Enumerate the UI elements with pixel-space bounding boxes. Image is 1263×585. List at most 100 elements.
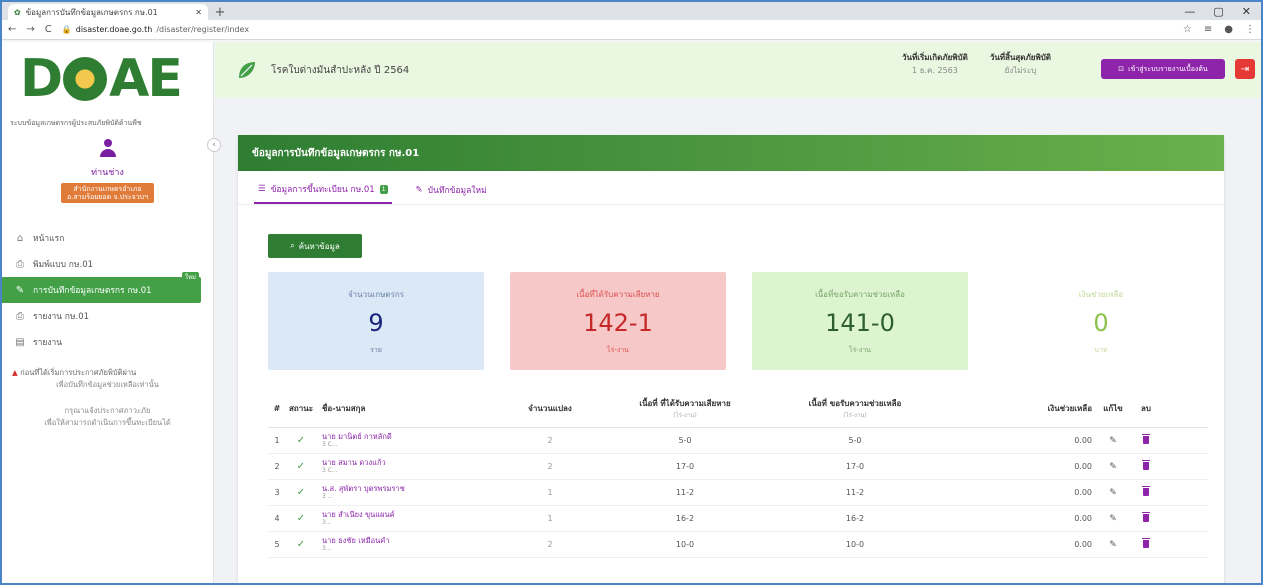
sidebar-item-report-form[interactable]: ⎙ รายงาน กษ.01: [2, 303, 213, 329]
report-icon: ▤: [15, 336, 25, 348]
reload-icon[interactable]: C: [45, 24, 52, 35]
trash-icon[interactable]: [1142, 485, 1150, 496]
row-index: 2: [274, 462, 280, 471]
browser-window: ✿ ข้อมูลการบันทึกข้อมูลเกษตรกร กษ.01 ✕ +…: [0, 0, 1263, 585]
extension-icon[interactable]: ≡: [1204, 24, 1212, 35]
row-name[interactable]: นาย สมาน ดวงแก้ว: [322, 458, 500, 467]
maximize-button[interactable]: ▢: [1213, 5, 1223, 18]
row-name[interactable]: นาย สำเนียง ขุนแผนค์: [322, 510, 500, 519]
row-help-area: 10-0: [845, 540, 865, 549]
close-tab-icon[interactable]: ✕: [195, 8, 202, 17]
row-help-area: 5-0: [848, 436, 862, 445]
edit-icon[interactable]: ✎: [1109, 514, 1117, 524]
table-row: 1 ✓ นาย มานิตย์ กาหลักดี 3 C... 2 5-0 5-…: [268, 428, 1208, 454]
tab-registration-data[interactable]: ☰ ข้อมูลการขึ้นทะเบียน กษ.01 1: [254, 176, 392, 204]
pencil-icon: ✎: [415, 185, 423, 195]
minimize-button[interactable]: —: [1184, 5, 1195, 18]
start-date: วันที่เริ่มเกิดภัยพิบัติ 1 ธ.ค. 2563: [902, 52, 968, 78]
menu-icon[interactable]: ⋮: [1245, 24, 1255, 35]
logo-letters-ae: AE: [109, 49, 183, 109]
stat-help-area: เนื้อที่ขอรับความช่วยเหลือ 141-0 ไร่-งาน: [752, 272, 968, 370]
trash-icon[interactable]: [1142, 511, 1150, 522]
row-money: 0.00: [1074, 488, 1092, 497]
search-button[interactable]: ⌕ ค้นหาข้อมูล: [268, 234, 362, 258]
profile-icon[interactable]: ●: [1224, 24, 1233, 35]
row-name[interactable]: น.ส. สุพัตรา บุตรพรมราช: [322, 484, 500, 493]
check-icon: ✓: [296, 487, 306, 498]
notice-text: กรุณาแจ้งประกาศภาวะภัย: [64, 406, 151, 416]
stat-farmers: จำนวนเกษตรกร 9 ราย: [268, 272, 484, 370]
tab-new-record[interactable]: ✎ บันทึกข้อมูลใหม่: [412, 176, 491, 204]
warning-icon: ▲: [12, 368, 18, 378]
row-damaged-area: 16-2: [675, 514, 695, 523]
stat-value: 141-0: [825, 309, 895, 337]
new-tab-button[interactable]: +: [212, 4, 228, 20]
sidebar-item-record[interactable]: ✎ การบันทึกข้อมูลเกษตรกร กษ.01 ใหม่: [2, 272, 201, 304]
logo[interactable]: D AE: [2, 42, 213, 116]
row-name-cell[interactable]: นาย ธงชัย เหมือนคำ 3...: [316, 536, 500, 552]
trash-icon[interactable]: [1142, 537, 1150, 548]
card-title: ข้อมูลการบันทึกข้อมูลเกษตรกร กษ.01: [238, 135, 1224, 171]
col-damaged-area: เนื้อที่ ที่ได้รับความเสียหาย (ไร่-งาน): [600, 397, 770, 420]
trash-icon[interactable]: [1142, 433, 1150, 444]
sidebar-item-report[interactable]: ▤ รายงาน: [2, 329, 213, 355]
leaf-icon: [239, 62, 255, 78]
notice-box-2: กรุณาแจ้งประกาศภาวะภัย เพื่อให้สามารถดำเ…: [2, 405, 213, 429]
row-id: 3...: [322, 519, 332, 527]
trash-icon[interactable]: [1142, 459, 1150, 470]
sidebar: D AE ระบบข้อมูลเกษตรกรผู้ประสบภัยพิบัติด…: [2, 42, 221, 583]
table-row: 5 ✓ นาย ธงชัย เหมือนคำ 3... 2 10-0 10-0 …: [268, 532, 1208, 558]
row-index: 5: [274, 540, 280, 549]
print-icon: ⎙: [16, 310, 24, 322]
check-icon: ✓: [296, 539, 306, 550]
report-system-button[interactable]: ⊡ เข้าสู่ระบบรายงานเบื้องต้น: [1101, 59, 1225, 79]
forward-icon[interactable]: →: [26, 24, 34, 35]
row-plots: 1: [547, 488, 553, 497]
stat-unit: ไร่-งาน: [849, 346, 871, 354]
col-name: ชื่อ-นามสกุล: [322, 404, 366, 413]
login-icon: ⊡: [1118, 65, 1125, 73]
card-tabs: ☰ ข้อมูลการขึ้นทะเบียน กษ.01 1 ✎ บันทึกข…: [238, 171, 1224, 205]
table-header: # สถานะ ชื่อ-นามสกุล จำนวนแปลง เนื้อที่ …: [268, 390, 1208, 428]
row-id: 3 ...: [322, 493, 334, 501]
url-field[interactable]: 🔒 disaster.doae.go.th/disaster/register/…: [62, 25, 1173, 34]
logout-icon: ⇥: [1240, 63, 1250, 75]
browser-tab[interactable]: ✿ ข้อมูลการบันทึกข้อมูลเกษตรกร กษ.01 ✕: [8, 4, 208, 20]
list-icon: ☰: [258, 184, 266, 194]
edit-icon[interactable]: ✎: [1109, 462, 1117, 472]
disaster-project-title: โรคใบด่างมันสำปะหลัง ปี 2564: [271, 64, 410, 76]
sidebar-item-home[interactable]: ⌂ หน้าแรก: [2, 225, 213, 251]
edit-icon[interactable]: ✎: [1109, 436, 1117, 446]
sidebar-item-label: การบันทึกข้อมูลเกษตรกร กษ.01: [33, 286, 152, 297]
seal-icon: [63, 57, 108, 101]
start-date-label: วันที่เริ่มเกิดภัยพิบัติ: [902, 53, 968, 62]
row-name[interactable]: นาย ธงชัย เหมือนคำ: [322, 536, 500, 545]
close-window-button[interactable]: ✕: [1242, 5, 1251, 18]
print-icon: ⎙: [16, 258, 24, 270]
edit-icon[interactable]: ✎: [1109, 488, 1117, 498]
sidebar-item-label: รายงาน: [33, 338, 63, 349]
row-name-cell[interactable]: นาย สมาน ดวงแก้ว 3 C...: [316, 458, 500, 474]
tab-label: บันทึกข้อมูลใหม่: [427, 186, 487, 196]
star-icon[interactable]: ☆: [1183, 24, 1192, 35]
stat-label: เงินช่วยเหลือ: [1078, 290, 1124, 299]
address-bar: ← → C 🔒 disaster.doae.go.th/disaster/reg…: [2, 20, 1261, 40]
row-name-cell[interactable]: น.ส. สุพัตรา บุตรพรมราช 3 ...: [316, 484, 500, 500]
row-id: 3...: [322, 545, 332, 553]
records-table: # สถานะ ชื่อ-นามสกุล จำนวนแปลง เนื้อที่ …: [268, 390, 1208, 558]
col-index: #: [273, 404, 281, 413]
row-help-area: 11-2: [845, 488, 865, 497]
top-header: โรคใบด่างมันสำปะหลัง ปี 2564 วันที่เริ่ม…: [215, 42, 1261, 98]
table-row: 4 ✓ นาย สำเนียง ขุนแผนค์ 3... 1 16-2 16-…: [268, 506, 1208, 532]
check-icon: ✓: [296, 513, 306, 524]
collapse-sidebar-button[interactable]: ‹: [207, 138, 221, 152]
system-title: ระบบข้อมูลเกษตรกรผู้ประสบภัยพิบัติด้านพื…: [10, 119, 142, 127]
row-name[interactable]: นาย มานิตย์ กาหลักดี: [322, 432, 500, 441]
logout-button[interactable]: ⇥: [1235, 59, 1255, 79]
col-edit: แก้ไข: [1103, 404, 1123, 413]
edit-icon[interactable]: ✎: [1109, 540, 1117, 550]
back-icon[interactable]: ←: [8, 24, 16, 35]
row-name-cell[interactable]: นาย สำเนียง ขุนแผนค์ 3...: [316, 510, 500, 526]
row-name-cell[interactable]: นาย มานิตย์ กาหลักดี 3 C...: [316, 432, 500, 448]
table-row: 2 ✓ นาย สมาน ดวงแก้ว 3 C... 2 17-0 17-0 …: [268, 454, 1208, 480]
